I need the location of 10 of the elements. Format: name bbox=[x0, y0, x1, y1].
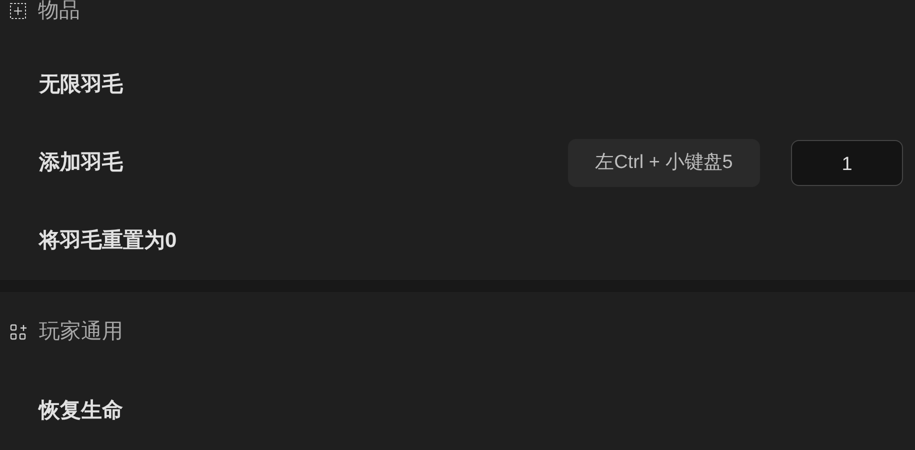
option-label[interactable]: 无限羽毛 bbox=[39, 69, 123, 101]
add-box-icon bbox=[10, 3, 26, 19]
amount-field[interactable]: 1 bbox=[791, 140, 903, 186]
apps-icon bbox=[10, 324, 27, 340]
option-label[interactable]: 恢复生命 bbox=[39, 395, 123, 427]
option-label[interactable]: 添加羽毛 bbox=[39, 147, 123, 179]
section-title: 物品 bbox=[38, 0, 80, 24]
hotkey-button[interactable]: 左Ctrl + 小键盘5 bbox=[568, 139, 760, 187]
option-label[interactable]: 将羽毛重置为0 bbox=[39, 225, 177, 257]
section-title: 玩家通用 bbox=[39, 319, 123, 346]
